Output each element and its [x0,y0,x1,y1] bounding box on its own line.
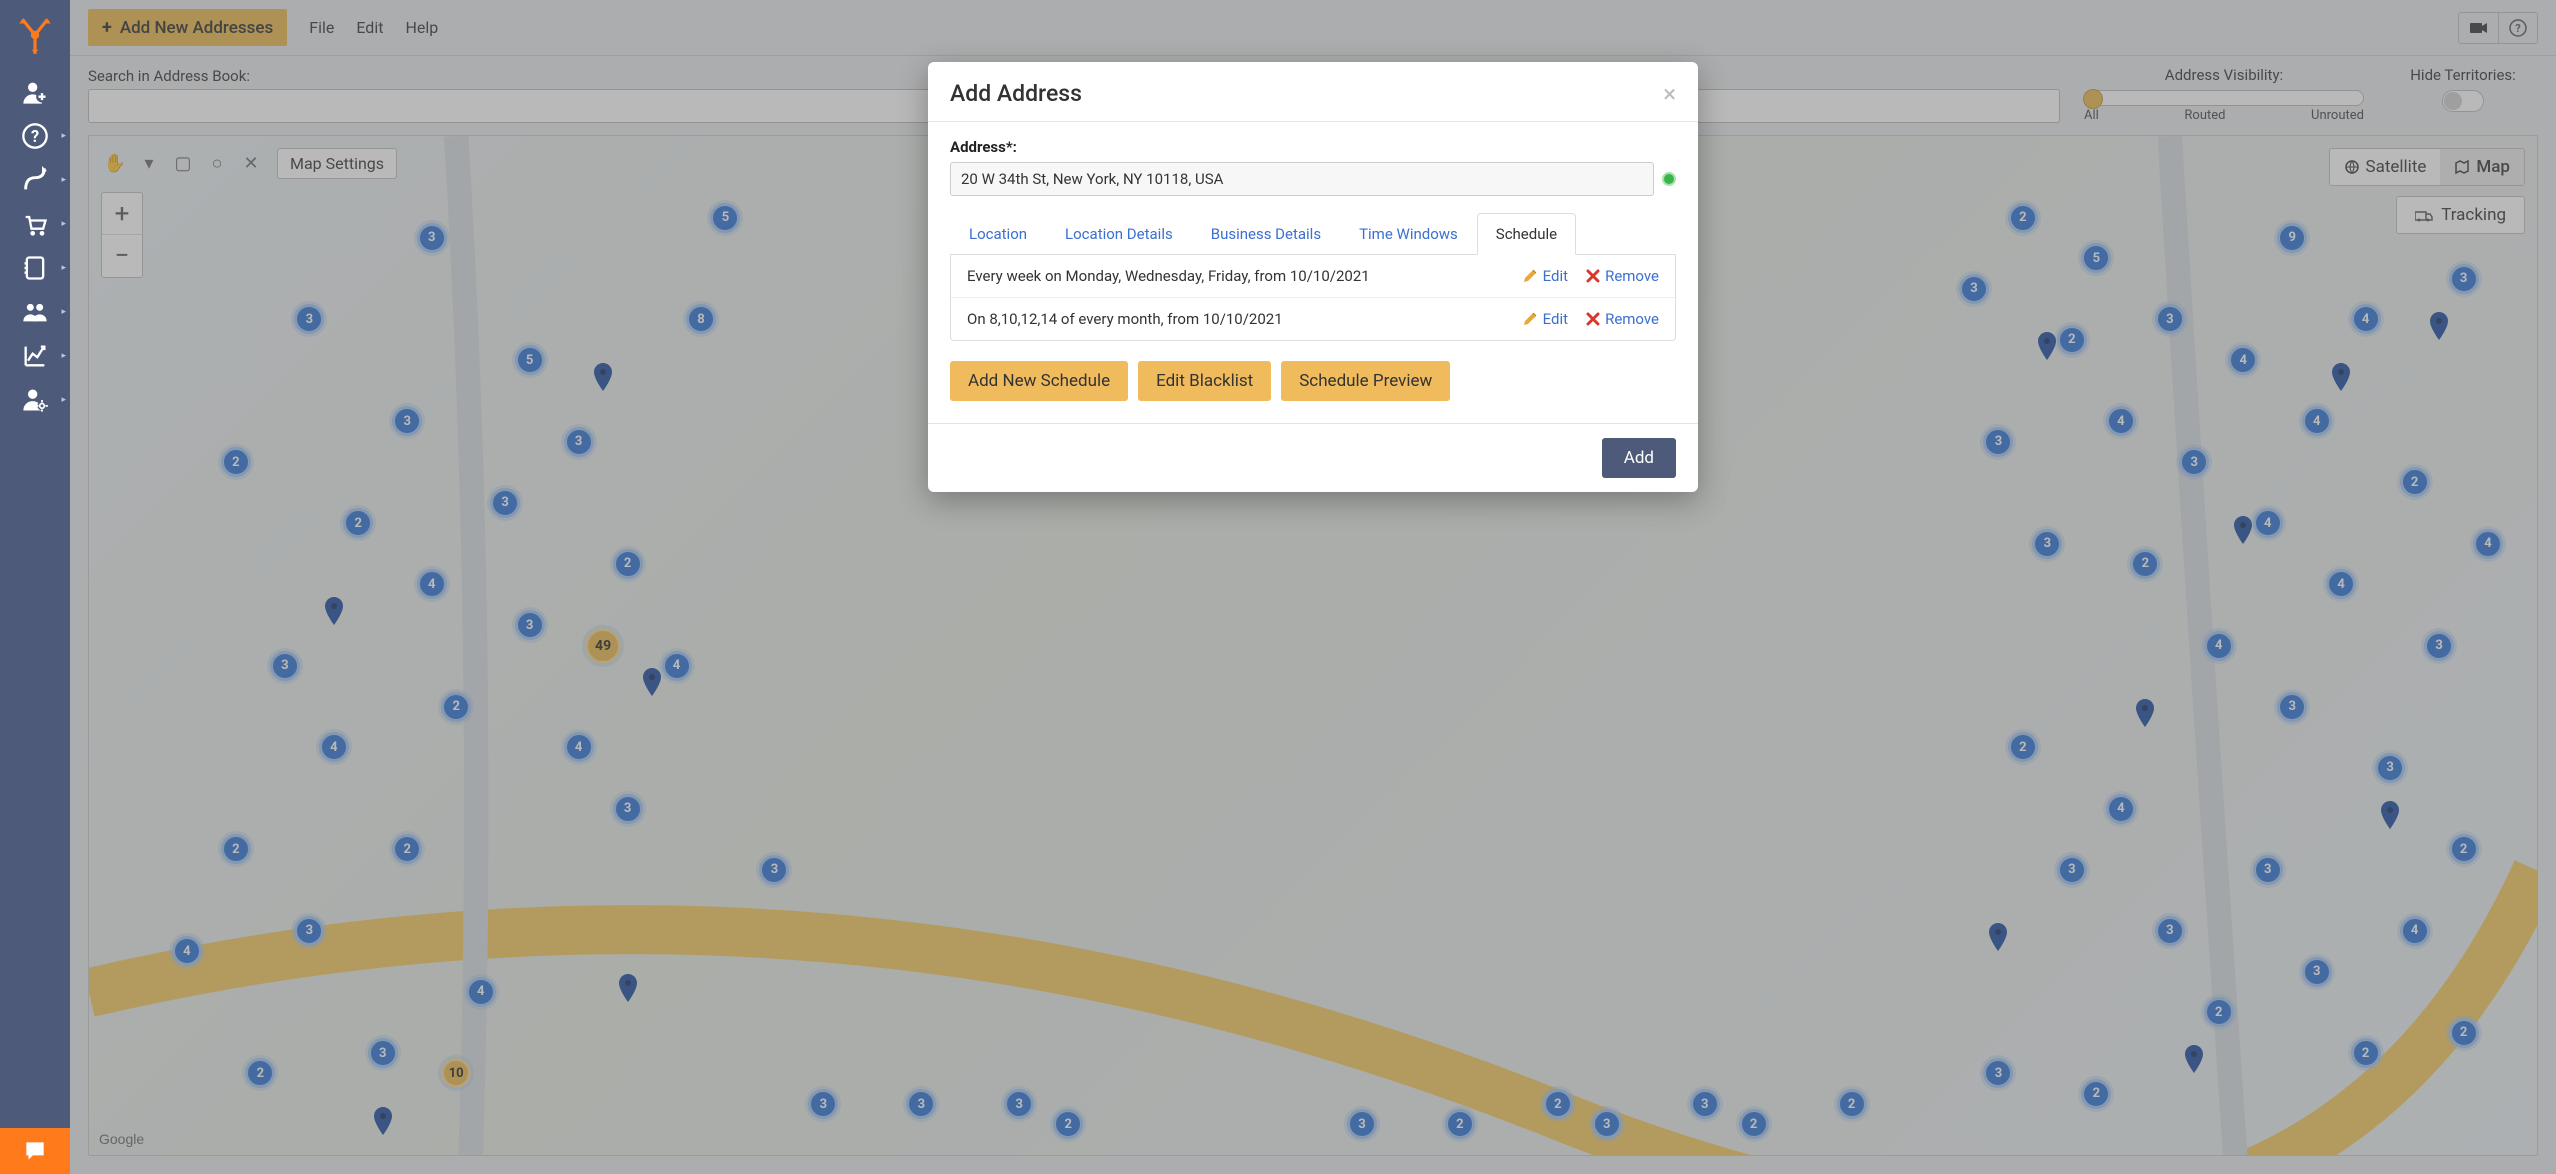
schedule-row: On 8,10,12,14 of every month, from 10/10… [951,298,1675,340]
schedule-preview-button[interactable]: Schedule Preview [1281,361,1450,401]
address-valid-icon [1662,172,1676,186]
tab-location[interactable]: Location [950,213,1046,255]
schedule-text: Every week on Monday, Wednesday, Friday,… [967,267,1370,285]
schedule-row: Every week on Monday, Wednesday, Friday,… [951,255,1675,298]
tab-location-details[interactable]: Location Details [1046,213,1192,255]
modal-tabs: Location Location Details Business Detai… [950,212,1676,255]
schedule-text: On 8,10,12,14 of every month, from 10/10… [967,310,1283,328]
sidebar-item-fleet[interactable]: ▸ [0,290,70,334]
schedule-edit-button[interactable]: Edit [1522,310,1568,328]
address-field-label: Address*: [950,138,1676,156]
sidebar-item-analytics[interactable]: ▸ [0,334,70,378]
schedules-list: Every week on Monday, Wednesday, Friday,… [950,255,1676,341]
sidebar-item-orders[interactable]: ▸ [0,202,70,246]
tab-business-details[interactable]: Business Details [1192,213,1340,255]
left-sidebar: ? ▸ ▸ ▸ ▸ ▸ ▸ ▸ [0,0,70,1174]
sidebar-chat-button[interactable] [0,1128,70,1174]
schedule-edit-button[interactable]: Edit [1522,267,1568,285]
sidebar-item-user-settings[interactable]: ▸ [0,378,70,422]
sidebar-item-help[interactable]: ? ▸ [0,114,70,158]
main-area: + Add New Addresses File Edit Help ? Sea… [70,0,2556,1174]
edit-blacklist-button[interactable]: Edit Blacklist [1138,361,1271,401]
address-input[interactable] [950,162,1654,196]
sidebar-item-address-book[interactable]: ▸ [0,246,70,290]
app-logo[interactable] [0,0,70,70]
tab-time-windows[interactable]: Time Windows [1340,213,1477,255]
schedule-remove-button[interactable]: Remove [1586,310,1659,328]
add-address-modal: Add Address × Address*: Location Locatio… [928,62,1698,492]
tab-schedule[interactable]: Schedule [1477,213,1576,255]
sidebar-item-add-user[interactable] [0,70,70,114]
svg-text:?: ? [31,127,39,146]
add-new-schedule-button[interactable]: Add New Schedule [950,361,1128,401]
add-button[interactable]: Add [1602,438,1676,478]
modal-title: Add Address [950,80,1082,107]
modal-close-button[interactable]: × [1663,82,1676,106]
schedule-remove-button[interactable]: Remove [1586,267,1659,285]
sidebar-item-routes[interactable]: ▸ [0,158,70,202]
modal-backdrop: Add Address × Address*: Location Locatio… [70,0,2556,1174]
